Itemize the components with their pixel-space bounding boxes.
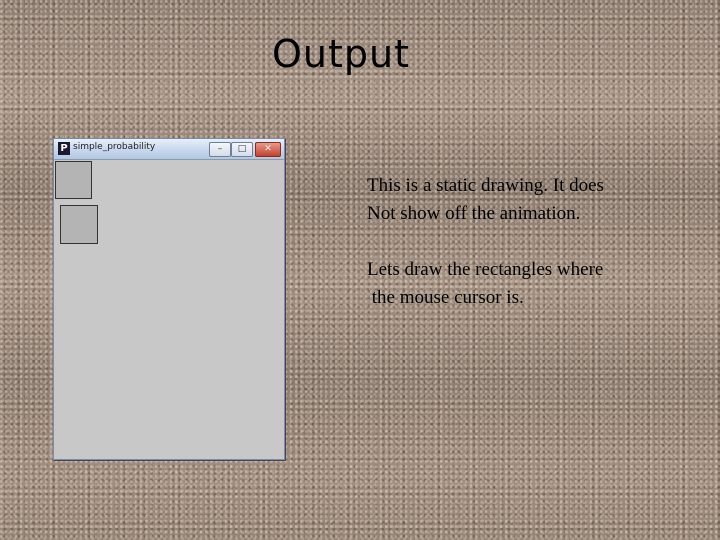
slide-body-text: This is a static drawing. It does Not sh… [367, 172, 697, 312]
body-line: Not show off the animation. [367, 203, 581, 224]
maximize-icon: □ [237, 144, 247, 154]
maximize-button[interactable]: □ [231, 142, 253, 157]
minimize-icon: – [217, 144, 223, 154]
close-icon: ✕ [264, 144, 272, 154]
slide-title: Output [272, 32, 410, 76]
sketch-canvas[interactable] [54, 160, 284, 459]
body-line: the mouse cursor is. [367, 287, 524, 308]
body-line: Lets draw the rectangles where [367, 259, 604, 280]
drawn-rectangle [60, 205, 98, 244]
window-titlebar[interactable]: P simple_probability – □ ✕ [54, 139, 284, 160]
body-line: This is a static drawing. It does [367, 175, 604, 196]
window-title: simple_probability [73, 142, 156, 152]
drawn-rectangle [55, 161, 92, 199]
close-button[interactable]: ✕ [255, 142, 281, 157]
minimize-button[interactable]: – [209, 142, 231, 157]
processing-app-icon: P [58, 142, 70, 155]
sketch-window: P simple_probability – □ ✕ [53, 138, 285, 460]
